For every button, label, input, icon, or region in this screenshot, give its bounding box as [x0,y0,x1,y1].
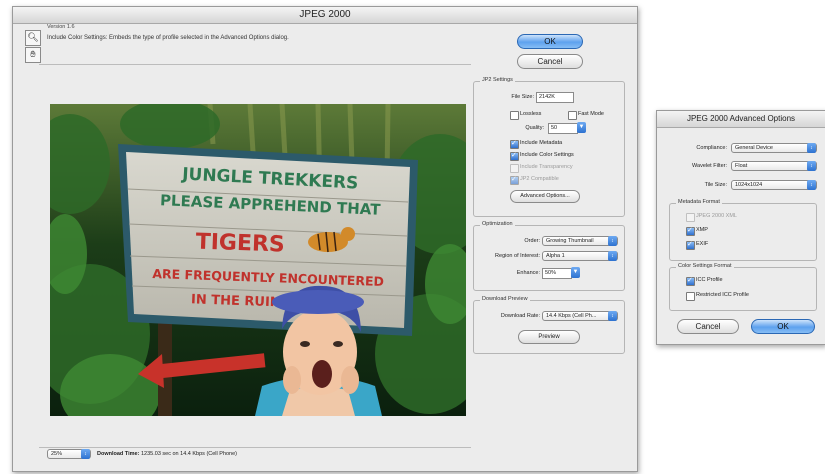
chevron-updown-icon: ↕ [807,143,816,153]
group-title: Optimization [480,221,515,227]
enhance-input[interactable]: 50% [542,268,572,279]
advanced-options-dialog: JPEG 2000 Advanced Options Compliance: G… [656,110,825,345]
preview-photo: JUNGLE TREKKERS PLEASE APPREHEND THAT TI… [50,104,466,416]
download-rate-label: Download Rate: [500,313,540,319]
download-rate-value: 14.4 Kbps (Cell Ph... [546,313,597,319]
quality-input[interactable]: 50 [548,123,578,134]
compliance-value: General Device [735,145,773,151]
file-size-input[interactable]: 2142K [536,92,574,103]
exif-checkbox[interactable] [686,240,695,250]
include-metadata-label: Include Metadata [520,140,563,146]
include-transparency-checkbox[interactable] [510,164,519,173]
include-metadata-checkbox[interactable] [510,139,519,149]
sign-line-3: TIGERS [195,229,285,257]
fast-mode-label: Fast Mode [578,111,604,117]
group-title: Metadata Format [676,199,722,205]
xmp-label: XMP [696,227,708,233]
lossless-checkbox[interactable] [510,111,519,120]
adv-cancel-button[interactable]: Cancel [677,319,739,334]
exif-label: EXIF [696,241,709,247]
order-label: Order: [524,238,540,244]
ok-button[interactable]: OK [517,34,583,49]
color-settings-format-group: Color Settings Format ICC Profile Restri… [669,263,817,311]
jpeg2000-dialog: JPEG 2000 Version 1.6 🔍︎ ✋︎ Include Colo… [12,6,638,472]
chevron-updown-icon: ↕ [807,180,816,190]
order-select[interactable]: Growing Thumbnail ↕ [542,236,618,246]
group-title: Download Preview [480,296,530,302]
wavelet-filter-select[interactable]: Float ↕ [731,161,817,171]
file-size-value: 2142 [539,94,552,100]
compliance-select[interactable]: General Device ↕ [731,143,817,153]
roi-value: Alpha 1 [546,253,565,259]
xmp-checkbox[interactable] [686,226,695,236]
chevron-updown-icon: ↕ [807,161,816,171]
download-time-label: Download Time: [97,451,140,457]
group-title: Color Settings Format [676,263,734,269]
chevron-updown-icon: ↕ [608,251,617,261]
chevron-updown-icon: ↕ [608,236,617,246]
tile-size-select[interactable]: 1024x1024 ↕ [731,180,817,190]
description-text: Include Color Settings: Embeds the type … [47,35,289,41]
metadata-format-group: Metadata Format JPEG 2000 XML XMP EXIF [669,199,817,261]
preview-image[interactable]: JUNGLE TREKKERS PLEASE APPREHEND THAT TI… [50,104,466,416]
wavelet-filter-value: Float [735,163,748,169]
adv-ok-button[interactable]: OK [751,319,815,334]
enhance-dropdown-icon[interactable]: ▼ [571,267,580,278]
hand-icon[interactable]: ✋︎ [25,47,41,63]
tile-size-value: 1024x1024 [735,182,763,188]
restricted-icc-checkbox[interactable] [686,292,695,301]
fast-mode-checkbox[interactable] [568,111,577,120]
icc-profile-label: ICC Profile [696,277,723,283]
divider [39,447,471,448]
file-size-unit: K [551,94,555,100]
download-preview-group: Download Preview Download Rate: 14.4 Kbp… [473,296,625,354]
include-color-settings-checkbox[interactable] [510,151,519,161]
icc-profile-checkbox[interactable] [686,276,695,286]
optimization-group: Optimization Order: Growing Thumbnail ↕ … [473,221,625,291]
enhance-label: Enhance: [516,270,540,276]
preview-button[interactable]: Preview [518,330,580,344]
group-title: JP2 Settings [480,77,515,83]
download-rate-select[interactable]: 14.4 Kbps (Cell Ph... ↕ [542,311,618,321]
order-value: Growing Thumbnail [546,238,594,244]
cancel-button[interactable]: Cancel [517,54,583,69]
dialog-title: JPEG 2000 [13,7,637,24]
jp2-compatible-label: JP2 Compatible [520,176,559,182]
include-transparency-label: Include Transparency [520,164,573,170]
roi-select[interactable]: Alpha 1 ↕ [542,251,618,261]
download-time-value: 1235.03 sec on 14.4 Kbps (Cell Phone) [141,451,238,457]
lossless-label: Lossless [520,111,542,117]
version-label: Version 1.6 [47,24,75,30]
quality-dropdown-icon[interactable]: ▼ [577,122,586,133]
restricted-icc-label: Restricted ICC Profile [696,292,749,298]
file-size-label: File Size: [511,94,534,100]
divider [39,64,471,65]
jp2-settings-group: JP2 Settings File Size: 2142K Lossless F… [473,77,625,217]
zoom-value: 25% [51,451,63,457]
quality-label: Quality: [525,125,544,131]
magnifier-icon[interactable]: 🔍︎ [25,30,41,46]
chevron-updown-icon: ↕ [608,311,617,321]
jp2-compatible-checkbox[interactable] [510,175,519,185]
chevron-updown-icon: ↕ [81,449,90,459]
zoom-select[interactable]: 25% ↕ [47,449,91,459]
jpeg2000-xml-label: JPEG 2000 XML [696,213,737,219]
dialog-title: JPEG 2000 Advanced Options [657,111,825,128]
jpeg2000-xml-checkbox[interactable] [686,213,695,222]
advanced-options-button[interactable]: Advanced Options... [510,190,580,203]
wavelet-filter-label: Wavelet Filter: [692,163,727,169]
tile-size-label: Tile Size: [704,182,727,188]
compliance-label: Compliance: [696,145,727,151]
include-color-settings-label: Include Color Settings [520,152,574,158]
roi-label: Region of Interest: [495,253,540,259]
